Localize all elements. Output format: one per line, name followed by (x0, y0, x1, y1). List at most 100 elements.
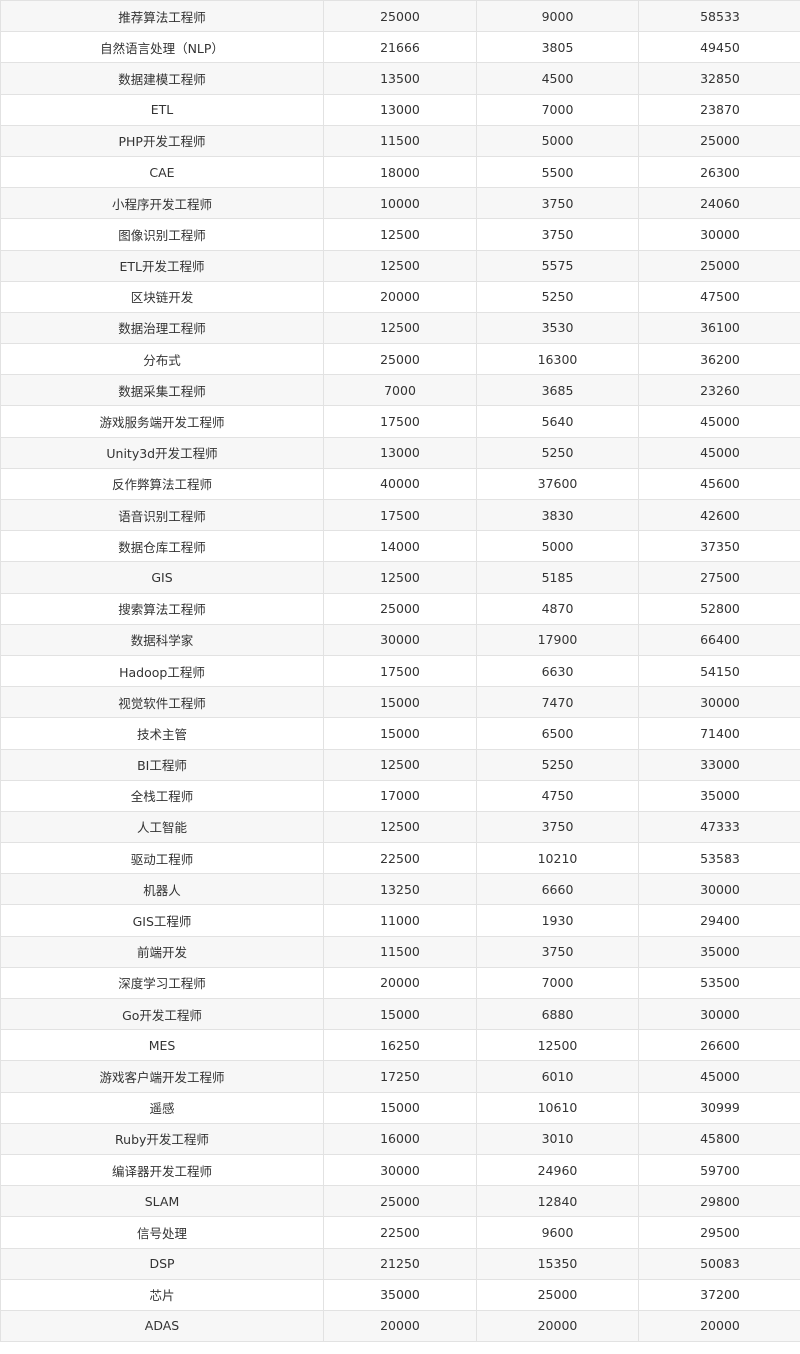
job-title-cell: 游戏服务端开发工程师 (1, 406, 324, 437)
median-salary-cell: 25000 (324, 344, 477, 375)
median-salary-cell: 30000 (324, 624, 477, 655)
table-row: 数据建模工程师 13500 4500 32850 (1, 63, 800, 95)
min-salary-cell: 5000 (477, 125, 639, 156)
max-salary-cell: 32850 (700, 70, 740, 86)
table-row: 自然语言处理（NLP） 21666 3805 49450 (1, 32, 800, 64)
table-row: 语音识别工程师 17500 3830 42600 (1, 500, 800, 532)
job-title-cell: 分布式 (1, 344, 324, 375)
min-salary-cell: 9600 (477, 1217, 639, 1248)
median-salary-cell: 11500 (324, 125, 477, 156)
median-salary-cell: 12500 (324, 312, 477, 344)
max-salary-cell: 30999 (700, 1100, 740, 1116)
table-row: Ruby开发工程师 16000 3010 45800 (1, 1123, 800, 1155)
median-salary-cell: 16000 (324, 1123, 477, 1154)
min-salary-cell: 3805 (477, 32, 639, 63)
min-salary-cell: 15350 (477, 1248, 639, 1279)
median-salary-cell: 12500 (324, 749, 477, 780)
job-title-cell: 驱动工程师 (1, 843, 324, 874)
table-row: 小程序开发工程师 10000 3750 24060 (1, 188, 800, 220)
max-salary-cell: 35000 (700, 944, 740, 960)
table-row: 数据仓库工程师 14000 5000 37350 (1, 531, 800, 563)
median-salary-cell: 16250 (324, 1030, 477, 1061)
median-salary-cell: 15000 (324, 999, 477, 1030)
max-salary-cell: 36100 (700, 320, 740, 336)
median-salary-cell: 40000 (324, 468, 477, 499)
table-row: 机器人 13250 6660 30000 (1, 874, 800, 906)
max-salary-cell: 42600 (700, 507, 740, 523)
min-salary-cell: 6010 (477, 1061, 639, 1092)
job-title-cell: Ruby开发工程师 (1, 1123, 324, 1154)
table-row: ETL 13000 7000 23870 (1, 94, 800, 126)
median-salary-cell: 21250 (324, 1248, 477, 1279)
table-row: Hadoop工程师 17500 6630 54150 (1, 655, 800, 688)
table-row: 图像识别工程师 12500 3750 30000 (1, 219, 800, 251)
max-salary-cell: 29400 (700, 913, 740, 929)
job-title-cell: 反作弊算法工程师 (1, 468, 324, 499)
table-row: 区块链开发 20000 5250 47500 (1, 281, 800, 313)
job-title-cell: 搜索算法工程师 (1, 593, 324, 624)
job-title-cell: Unity3d开发工程师 (1, 437, 324, 468)
max-salary-cell: 29800 (700, 1193, 740, 1209)
job-title-cell: 数据科学家 (1, 624, 324, 655)
table-row: 人工智能 12500 3750 47333 (1, 811, 800, 844)
job-title-cell: 语音识别工程师 (1, 500, 324, 531)
table-row: 全栈工程师 17000 4750 35000 (1, 780, 800, 812)
salary-table: 推荐算法工程师 25000 9000 58533 自然语言处理（NLP） 21666 380… (0, 0, 800, 1343)
job-title-cell: 数据采集工程师 (1, 375, 324, 406)
table-row: SLAM 25000 12840 29800 (1, 1186, 800, 1218)
median-salary-cell: 15000 (324, 687, 477, 718)
median-salary-cell: 17500 (324, 500, 477, 531)
table-row: CAE 18000 5500 26300 (1, 156, 800, 189)
min-salary-cell: 1930 (477, 905, 639, 936)
min-salary-cell: 3010 (477, 1123, 639, 1154)
job-title-cell: 技术主管 (1, 718, 324, 749)
table-row: 前端开发 11500 3750 35000 (1, 936, 800, 968)
max-salary-cell: 37350 (700, 538, 740, 554)
min-salary-cell: 12500 (477, 1030, 639, 1061)
job-title-cell: 推荐算法工程师 (1, 1, 324, 32)
job-title-cell: 人工智能 (1, 811, 324, 843)
max-salary-cell: 30000 (700, 1006, 740, 1022)
median-salary-cell: 7000 (324, 375, 477, 406)
max-salary-cell: 59700 (700, 1162, 740, 1178)
median-salary-cell: 20000 (324, 967, 477, 998)
min-salary-cell: 5575 (477, 250, 639, 281)
median-salary-cell: 30000 (324, 1154, 477, 1186)
job-title-cell: DSP (1, 1248, 324, 1279)
min-salary-cell: 12840 (477, 1186, 639, 1217)
table-row: 技术主管 15000 6500 71400 (1, 718, 800, 750)
job-title-cell: 数据治理工程师 (1, 312, 324, 344)
table-row: GIS 12500 5185 27500 (1, 562, 800, 594)
max-salary-cell: 25000 (700, 133, 740, 149)
max-salary-cell: 53500 (700, 975, 740, 991)
table-row: 数据治理工程师 12500 3530 36100 (1, 312, 800, 345)
max-salary-cell: 29500 (700, 1224, 740, 1240)
max-salary-cell: 45000 (700, 445, 740, 461)
table-row: BI工程师 12500 5250 33000 (1, 749, 800, 781)
table-row: PHP开发工程师 11500 5000 25000 (1, 125, 800, 157)
job-title-cell: SLAM (1, 1186, 324, 1217)
job-title-cell: 遥感 (1, 1092, 324, 1123)
max-salary-cell: 30000 (700, 226, 740, 242)
max-salary-cell: 30000 (700, 694, 740, 710)
median-salary-cell: 35000 (324, 1279, 477, 1310)
job-title-cell: GIS (1, 562, 324, 593)
job-title-cell: 机器人 (1, 874, 324, 905)
min-salary-cell: 6880 (477, 999, 639, 1030)
median-salary-cell: 13000 (324, 437, 477, 468)
min-salary-cell: 4750 (477, 780, 639, 811)
table-row: 游戏客户端开发工程师 17250 6010 45000 (1, 1061, 800, 1093)
max-salary-cell: 27500 (700, 569, 740, 585)
median-salary-cell: 10000 (324, 188, 477, 219)
job-title-cell: 小程序开发工程师 (1, 188, 324, 219)
max-salary-cell: 45800 (700, 1131, 740, 1147)
table-row: Unity3d开发工程师 13000 5250 45000 (1, 437, 800, 469)
table-row: 视觉软件工程师 15000 7470 30000 (1, 687, 800, 719)
max-salary-cell: 36200 (700, 351, 740, 367)
job-title-cell: Hadoop工程师 (1, 655, 324, 687)
min-salary-cell: 16300 (477, 344, 639, 375)
max-salary-cell: 58533 (700, 8, 740, 24)
median-salary-cell: 11000 (324, 905, 477, 936)
job-title-cell: MES (1, 1030, 324, 1061)
median-salary-cell: 15000 (324, 718, 477, 749)
